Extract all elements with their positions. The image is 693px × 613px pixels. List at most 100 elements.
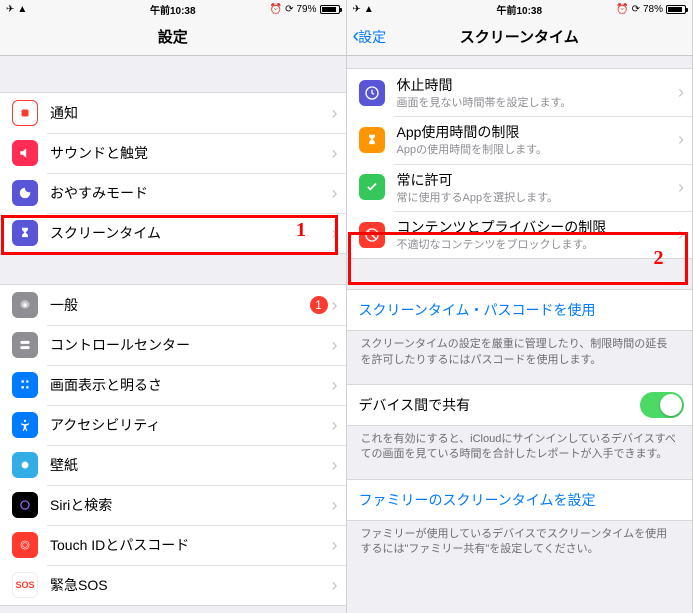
row-siri[interactable]: Siriと検索 › bbox=[0, 485, 346, 525]
screentime-list[interactable]: 休止時間画面を見ない時間帯を設定します。 › App使用時間の制限Appの使用時… bbox=[347, 56, 693, 613]
row-sounds[interactable]: サウンドと触覚 › bbox=[0, 133, 346, 173]
row-sub: 不適切なコンテンツをブロックします。 bbox=[397, 238, 675, 252]
row-label: おやすみモード bbox=[50, 183, 328, 203]
battery-icon bbox=[320, 5, 340, 14]
check-icon bbox=[359, 174, 385, 200]
row-notifications[interactable]: 通知 › bbox=[0, 93, 346, 133]
row-dnd[interactable]: おやすみモード › bbox=[0, 173, 346, 213]
group-share: デバイス間で共有 bbox=[347, 384, 693, 426]
row-screentime[interactable]: スクリーンタイム › bbox=[0, 213, 346, 253]
row-always-allowed[interactable]: 常に許可常に使用するAppを選択します。 › bbox=[347, 164, 693, 211]
chevron-right-icon: › bbox=[332, 223, 338, 244]
row-content-privacy[interactable]: コンテンツとプライバシーの制限不適切なコンテンツをブロックします。 › bbox=[347, 211, 693, 258]
siri-icon bbox=[12, 492, 38, 518]
battery-icon bbox=[666, 5, 686, 14]
row-share-devices[interactable]: デバイス間で共有 bbox=[347, 385, 693, 425]
app-limits-icon bbox=[359, 127, 385, 153]
row-label: コンテンツとプライバシーの制限 bbox=[397, 217, 675, 237]
row-label: 緊急SOS bbox=[50, 575, 328, 595]
row-sub: 画面を見ない時間帯を設定します。 bbox=[397, 96, 675, 110]
group-family: ファミリーのスクリーンタイムを設定 bbox=[347, 479, 693, 521]
battery-pct: 78% bbox=[643, 4, 663, 15]
alarm-icon: ⏰ bbox=[616, 4, 628, 15]
gear-icon bbox=[12, 292, 38, 318]
chevron-right-icon: › bbox=[332, 103, 338, 124]
row-label: 休止時間 bbox=[397, 75, 675, 95]
wifi-icon: ▲ bbox=[364, 4, 374, 15]
notifications-icon bbox=[12, 100, 38, 126]
row-label: 画面表示と明るさ bbox=[50, 375, 328, 395]
settings-list[interactable]: 通知 › サウンドと触覚 › おやすみモード › スクリーンタイム › bbox=[0, 56, 346, 613]
navbar: 設定 bbox=[0, 18, 346, 56]
settings-screen: ✈︎▲ 午前10:38 ⏰⟳79% 設定 通知 › サウンドと触覚 › おやすみ… bbox=[0, 0, 347, 613]
row-accessibility[interactable]: アクセシビリティ › bbox=[0, 405, 346, 445]
row-label: スクリーンタイム bbox=[50, 223, 328, 243]
row-label: サウンドと触覚 bbox=[50, 143, 328, 163]
footer-share: これを有効にすると、iCloudにサインインしているデバイスすべての画面を見てい… bbox=[347, 426, 693, 473]
accessibility-icon bbox=[12, 412, 38, 438]
switches-icon bbox=[12, 332, 38, 358]
group-passcode: スクリーンタイム・パスコードを使用 bbox=[347, 289, 693, 331]
chevron-right-icon: › bbox=[332, 535, 338, 556]
status-time: 午前10:38 bbox=[496, 2, 542, 17]
row-label: 常に許可 bbox=[397, 170, 675, 190]
no-entry-icon bbox=[359, 222, 385, 248]
chevron-right-icon: › bbox=[678, 82, 684, 103]
back-button[interactable]: ‹設定 bbox=[353, 25, 387, 48]
chevron-right-icon: › bbox=[678, 224, 684, 245]
group-2: 一般 1 › コントロールセンター › 画面表示と明るさ › アクセシビリティ … bbox=[0, 284, 346, 606]
row-label: 一般 bbox=[50, 295, 310, 315]
chevron-right-icon: › bbox=[332, 495, 338, 516]
row-sos[interactable]: SOS 緊急SOS › bbox=[0, 565, 346, 605]
row-control-center[interactable]: コントロールセンター › bbox=[0, 325, 346, 365]
badge: 1 bbox=[310, 296, 328, 314]
group-1: 通知 › サウンドと触覚 › おやすみモード › スクリーンタイム › bbox=[0, 92, 346, 254]
hourglass-icon bbox=[12, 220, 38, 246]
sounds-icon bbox=[12, 140, 38, 166]
row-label: Touch IDとパスコード bbox=[50, 535, 328, 555]
row-label: ファミリーのスクリーンタイムを設定 bbox=[359, 490, 685, 510]
row-app-limits[interactable]: App使用時間の制限Appの使用時間を制限します。 › bbox=[347, 116, 693, 163]
chevron-right-icon: › bbox=[332, 415, 338, 436]
group-limits: 休止時間画面を見ない時間帯を設定します。 › App使用時間の制限Appの使用時… bbox=[347, 68, 693, 259]
row-display[interactable]: 画面表示と明るさ › bbox=[0, 365, 346, 405]
screentime-screen: ✈︎▲ 午前10:38 ⏰⟳78% ‹設定 スクリーンタイム 休止時間画面を見な… bbox=[347, 0, 693, 613]
wifi-icon: ▲ bbox=[17, 4, 27, 15]
downtime-icon bbox=[359, 80, 385, 106]
rotation-lock-icon: ⟳ bbox=[285, 4, 293, 15]
row-label: App使用時間の制限 bbox=[397, 122, 675, 142]
display-icon bbox=[12, 372, 38, 398]
chevron-right-icon: › bbox=[332, 375, 338, 396]
chevron-right-icon: › bbox=[332, 295, 338, 316]
row-label: 壁紙 bbox=[50, 455, 328, 475]
chevron-right-icon: › bbox=[332, 143, 338, 164]
row-family-link[interactable]: ファミリーのスクリーンタイムを設定 bbox=[347, 480, 693, 520]
row-label: Siriと検索 bbox=[50, 495, 328, 515]
footer-passcode: スクリーンタイムの設定を厳重に管理したり、制限時間の延長を許可したりするにはパス… bbox=[347, 331, 693, 378]
page-title: 設定 bbox=[158, 26, 188, 47]
chevron-right-icon: › bbox=[332, 183, 338, 204]
row-label: デバイス間で共有 bbox=[359, 395, 641, 415]
chevron-right-icon: › bbox=[332, 575, 338, 596]
chevron-right-icon: › bbox=[678, 129, 684, 150]
chevron-right-icon: › bbox=[332, 335, 338, 356]
back-label: 設定 bbox=[358, 27, 386, 47]
row-general[interactable]: 一般 1 › bbox=[0, 285, 346, 325]
airplane-icon: ✈︎ bbox=[6, 4, 14, 15]
row-touchid[interactable]: Touch IDとパスコード › bbox=[0, 525, 346, 565]
share-toggle[interactable] bbox=[640, 392, 684, 418]
row-label: スクリーンタイム・パスコードを使用 bbox=[359, 300, 685, 320]
row-downtime[interactable]: 休止時間画面を見ない時間帯を設定します。 › bbox=[347, 69, 693, 116]
row-passcode-link[interactable]: スクリーンタイム・パスコードを使用 bbox=[347, 290, 693, 330]
row-wallpaper[interactable]: 壁紙 › bbox=[0, 445, 346, 485]
row-label: アクセシビリティ bbox=[50, 415, 328, 435]
status-time: 午前10:38 bbox=[150, 2, 196, 17]
chevron-right-icon: › bbox=[678, 177, 684, 198]
page-title: スクリーンタイム bbox=[460, 26, 579, 47]
sos-icon: SOS bbox=[12, 572, 38, 598]
chevron-right-icon: › bbox=[332, 455, 338, 476]
alarm-icon: ⏰ bbox=[270, 4, 282, 15]
wallpaper-icon bbox=[12, 452, 38, 478]
status-bar: ✈︎▲ 午前10:38 ⏰⟳79% bbox=[0, 0, 346, 18]
row-label: コントロールセンター bbox=[50, 335, 328, 355]
